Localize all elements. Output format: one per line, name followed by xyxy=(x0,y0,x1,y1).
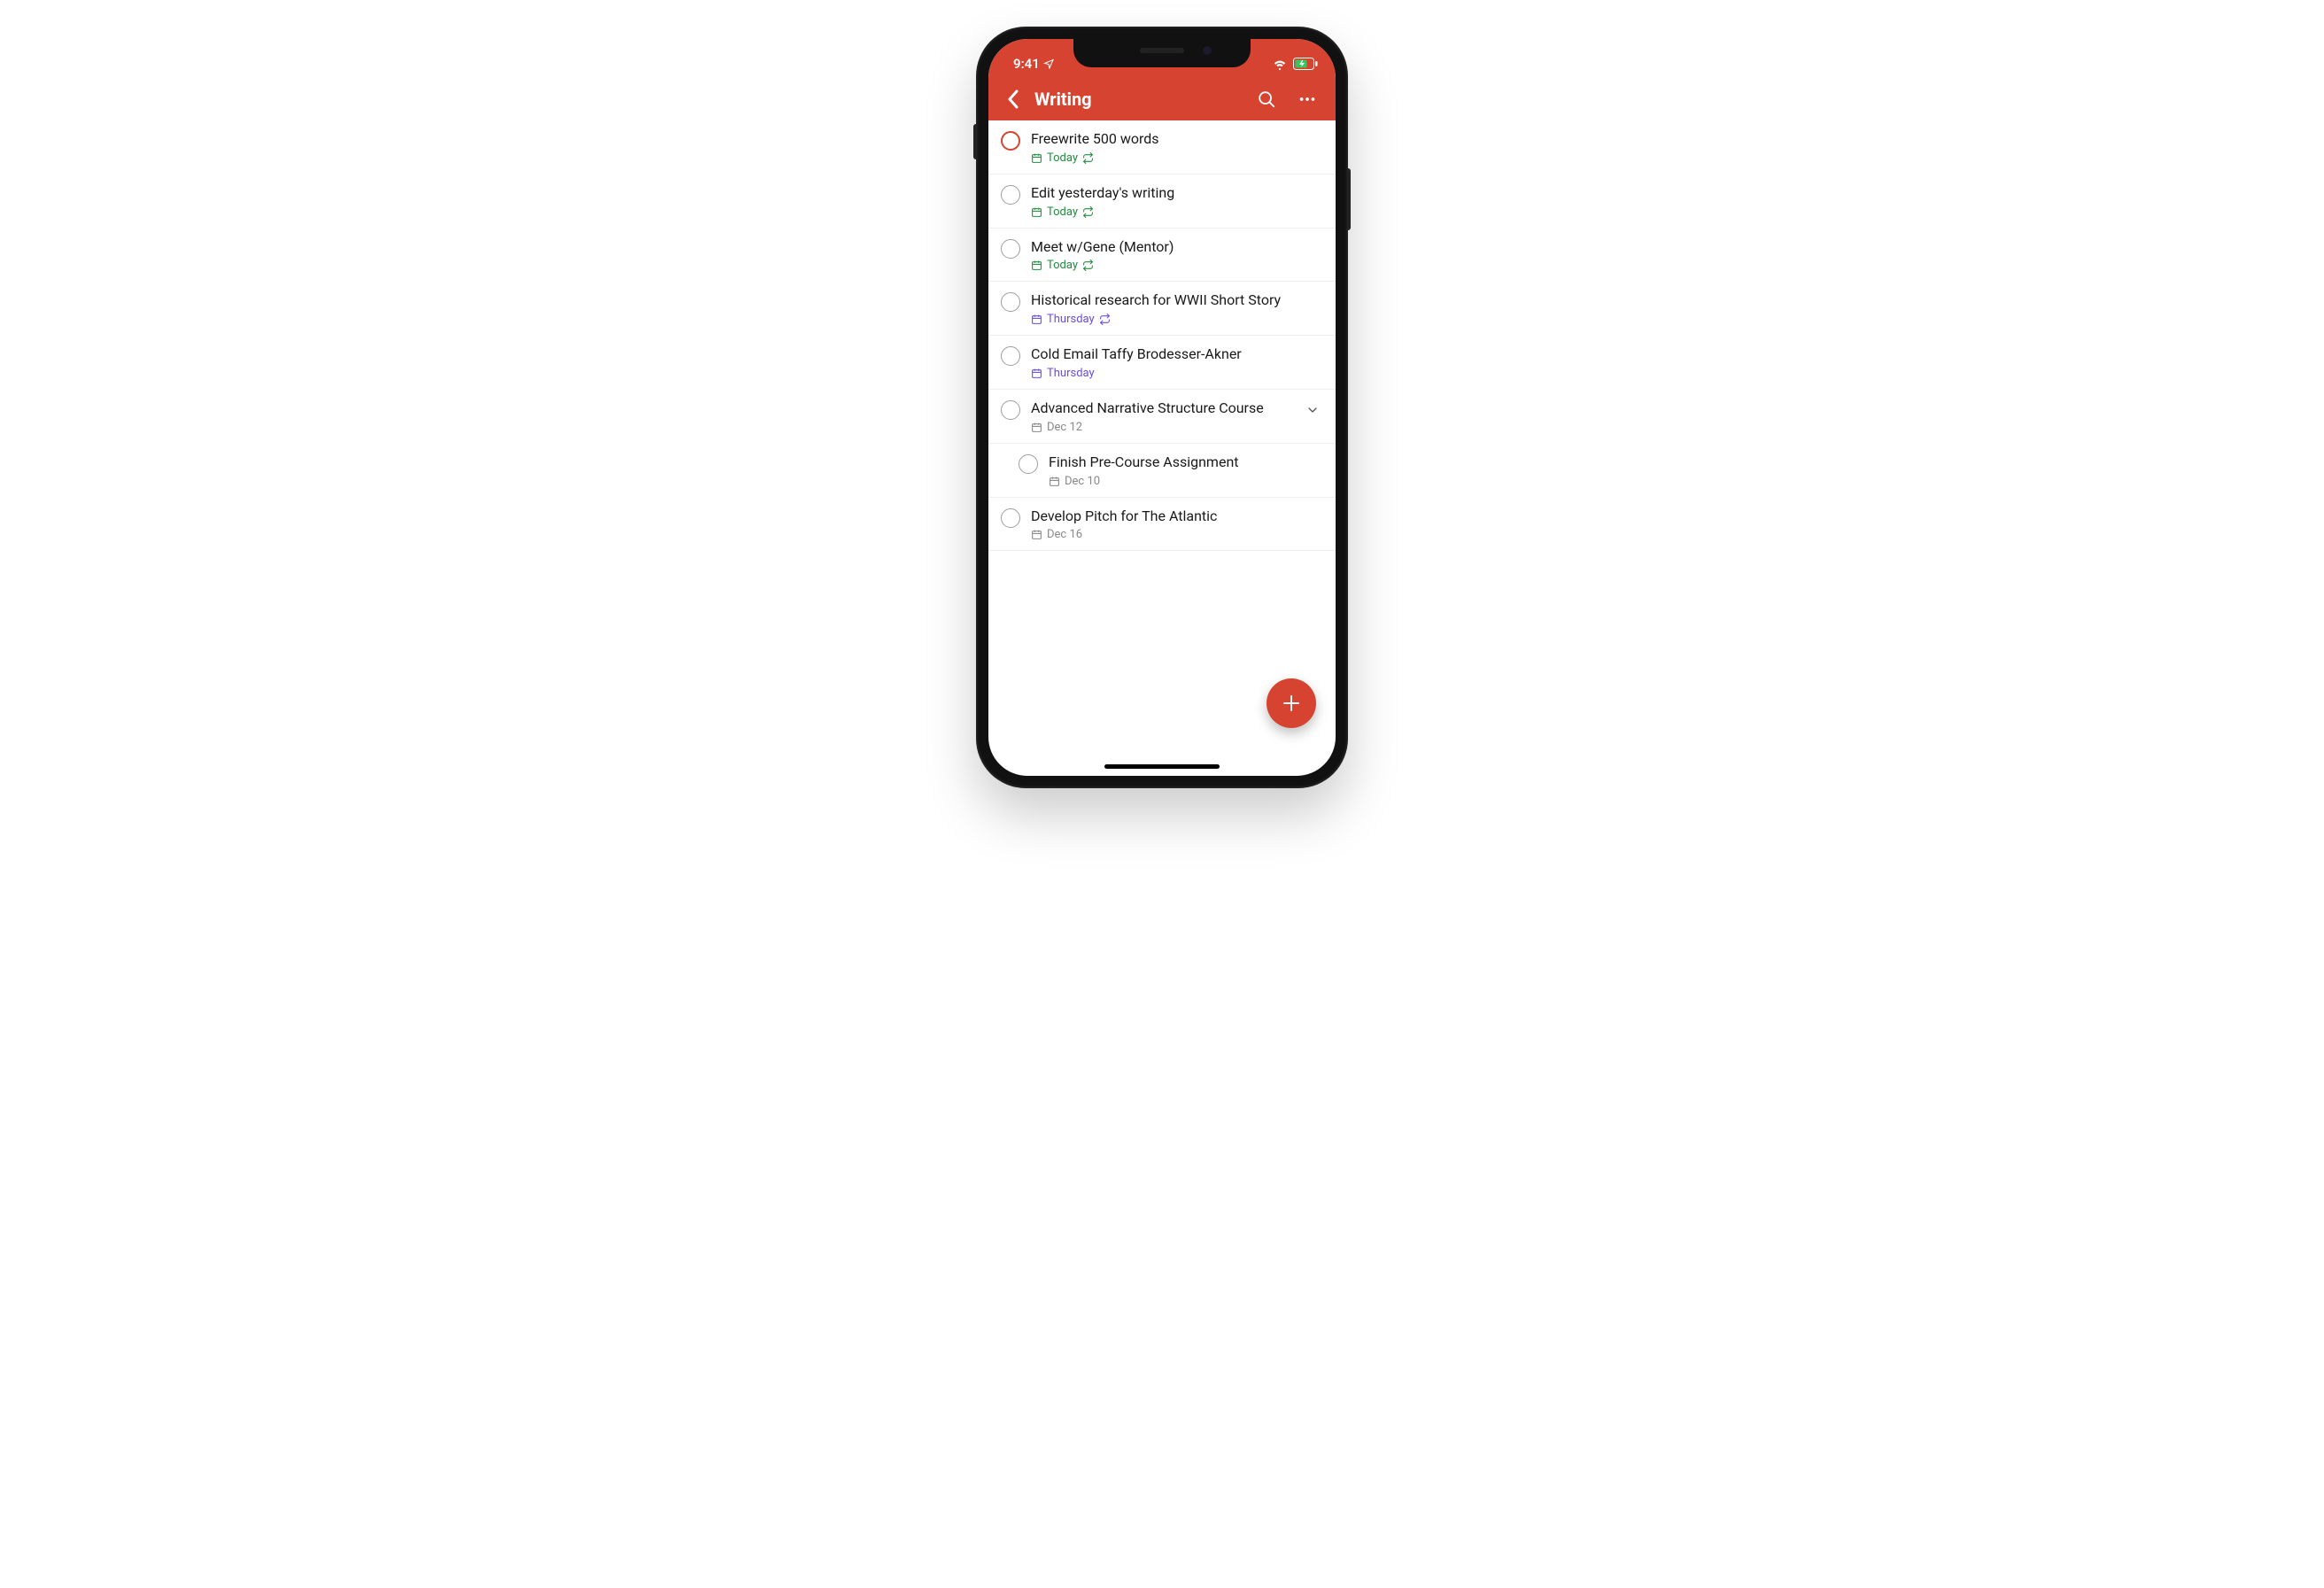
add-task-button[interactable] xyxy=(1267,678,1316,728)
expand-toggle[interactable] xyxy=(1302,399,1323,421)
repeat-icon xyxy=(1082,152,1094,164)
task-row[interactable]: Develop Pitch for The Atlantic Dec 16 xyxy=(988,498,1336,552)
task-row[interactable]: Edit yesterday's writing Today xyxy=(988,174,1336,229)
notch xyxy=(1073,39,1251,67)
task-checkbox[interactable] xyxy=(1019,454,1038,474)
calendar-icon xyxy=(1049,476,1060,487)
task-row[interactable]: Finish Pre-Course Assignment Dec 10 xyxy=(988,444,1336,498)
home-indicator xyxy=(1104,764,1220,769)
task-checkbox[interactable] xyxy=(1001,346,1020,366)
task-title: Edit yesterday's writing xyxy=(1031,184,1323,203)
task-title: Cold Email Taffy Brodesser-Akner xyxy=(1031,345,1323,364)
more-button[interactable] xyxy=(1297,89,1318,110)
task-row[interactable]: Meet w/Gene (Mentor) Today xyxy=(988,229,1336,283)
battery-icon xyxy=(1293,58,1318,70)
task-meta: Thursday xyxy=(1031,367,1323,380)
task-body: Edit yesterday's writing Today xyxy=(1031,184,1323,219)
calendar-icon xyxy=(1031,314,1042,325)
task-title: Finish Pre-Course Assignment xyxy=(1049,453,1323,472)
task-checkbox[interactable] xyxy=(1001,400,1020,420)
task-row[interactable]: Historical research for WWII Short Story… xyxy=(988,282,1336,336)
task-meta: Today xyxy=(1031,259,1323,272)
task-meta: Dec 12 xyxy=(1031,421,1302,434)
task-date: Dec 10 xyxy=(1065,475,1100,488)
repeat-icon xyxy=(1099,314,1111,325)
calendar-icon xyxy=(1031,368,1042,379)
task-row[interactable]: Cold Email Taffy Brodesser-Akner Thursday xyxy=(988,336,1336,390)
plus-icon xyxy=(1281,693,1302,714)
task-meta: Thursday xyxy=(1031,313,1323,326)
location-icon xyxy=(1043,58,1054,69)
task-title: Historical research for WWII Short Story xyxy=(1031,291,1323,310)
back-button[interactable] xyxy=(1001,87,1026,112)
task-title: Advanced Narrative Structure Course xyxy=(1031,399,1302,418)
task-body: Advanced Narrative Structure Course Dec 1… xyxy=(1031,399,1302,434)
task-title: Meet w/Gene (Mentor) xyxy=(1031,238,1323,257)
calendar-icon xyxy=(1031,206,1042,218)
task-meta: Dec 10 xyxy=(1049,475,1323,488)
task-checkbox[interactable] xyxy=(1001,239,1020,259)
status-time: 9:41 xyxy=(1013,56,1040,72)
task-body: Develop Pitch for The Atlantic Dec 16 xyxy=(1031,507,1323,542)
task-list: Freewrite 500 wordsTodayEdit yesterday's… xyxy=(988,120,1336,551)
page-title: Writing xyxy=(1034,89,1256,110)
task-date: Today xyxy=(1047,259,1078,272)
task-checkbox[interactable] xyxy=(1001,508,1020,528)
calendar-icon xyxy=(1031,260,1042,271)
chevron-left-icon xyxy=(1007,89,1019,109)
task-date: Today xyxy=(1047,151,1078,165)
repeat-icon xyxy=(1082,206,1094,218)
task-body: Cold Email Taffy Brodesser-Akner Thursday xyxy=(1031,345,1323,380)
task-date: Dec 12 xyxy=(1047,421,1082,434)
task-date: Thursday xyxy=(1047,367,1095,380)
calendar-icon xyxy=(1031,529,1042,540)
task-date: Today xyxy=(1047,205,1078,219)
wifi-icon xyxy=(1272,56,1288,72)
phone-frame: 9:41 Writing xyxy=(976,27,1348,788)
task-checkbox[interactable] xyxy=(1001,185,1020,205)
chevron-down-icon xyxy=(1305,403,1320,417)
task-date: Thursday xyxy=(1047,313,1095,326)
calendar-icon xyxy=(1031,422,1042,433)
task-meta: Dec 16 xyxy=(1031,528,1323,541)
task-checkbox[interactable] xyxy=(1001,131,1020,151)
task-body: Historical research for WWII Short Story… xyxy=(1031,291,1323,326)
task-title: Freewrite 500 words xyxy=(1031,130,1323,149)
task-body: Meet w/Gene (Mentor) Today xyxy=(1031,238,1323,273)
screen: 9:41 Writing xyxy=(988,39,1336,776)
task-meta: Today xyxy=(1031,205,1323,219)
search-button[interactable] xyxy=(1256,89,1277,110)
search-icon xyxy=(1257,89,1276,109)
task-row[interactable]: Advanced Narrative Structure Course Dec 1… xyxy=(988,390,1336,444)
more-horizontal-icon xyxy=(1298,89,1317,109)
calendar-icon xyxy=(1031,152,1042,164)
task-title: Develop Pitch for The Atlantic xyxy=(1031,507,1323,526)
task-meta: Today xyxy=(1031,151,1323,165)
task-body: Finish Pre-Course Assignment Dec 10 xyxy=(1049,453,1323,488)
task-body: Freewrite 500 words Today xyxy=(1031,130,1323,165)
task-date: Dec 16 xyxy=(1047,528,1082,541)
task-row[interactable]: Freewrite 500 words Today xyxy=(988,120,1336,174)
task-checkbox[interactable] xyxy=(1001,292,1020,312)
repeat-icon xyxy=(1082,260,1094,271)
nav-bar: Writing xyxy=(988,78,1336,120)
